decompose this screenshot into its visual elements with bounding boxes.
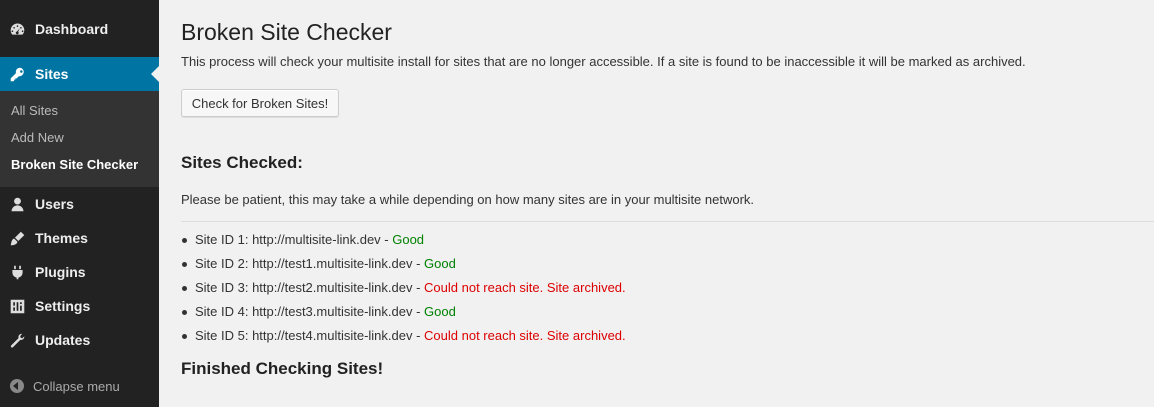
sidebar-item-label: Users	[35, 196, 74, 212]
collapse-arrow-icon	[10, 379, 24, 393]
sites-checked-heading: Sites Checked:	[181, 153, 303, 172]
patience-text: Please be patient, this may take a while…	[181, 192, 755, 207]
submenu-item-add-new[interactable]: Add New	[11, 130, 64, 145]
sites-submenu: All Sites Add New Broken Site Checker	[0, 91, 159, 187]
collapse-menu-label: Collapse menu	[33, 378, 120, 394]
sidebar-item-label: Updates	[35, 332, 91, 348]
list-item: Site ID 4: http://test3.multisite-link.d…	[181, 303, 626, 327]
result-site: Site ID 4: http://test3.multisite-link.d…	[195, 304, 425, 319]
settings-icon	[7, 296, 27, 316]
sidebar-item-label: Themes	[35, 230, 88, 246]
divider	[181, 221, 1154, 222]
results-list: Site ID 1: http://multisite-link.dev - G…	[181, 231, 626, 351]
themes-brush-icon	[7, 228, 27, 248]
status-good: Good	[424, 304, 456, 319]
sites-key-icon	[7, 64, 27, 84]
dashboard-icon	[7, 19, 27, 39]
collapse-menu-button[interactable]: Collapse menu	[0, 373, 159, 399]
sidebar-item-themes[interactable]: Themes	[0, 221, 159, 255]
submenu-item-all-sites[interactable]: All Sites	[11, 103, 58, 118]
status-archived: Could not reach site. Site archived.	[424, 280, 626, 295]
result-site: Site ID 1: http://multisite-link.dev -	[195, 232, 393, 247]
result-site: Site ID 2: http://test1.multisite-link.d…	[195, 256, 425, 271]
plugins-icon	[7, 262, 27, 282]
sidebar-item-label: Settings	[35, 298, 91, 314]
status-good: Good	[392, 232, 425, 247]
bullet	[182, 238, 187, 243]
sidebar-item-label: Dashboard	[35, 21, 109, 37]
result-site: Site ID 5: http://test4.multisite-link.d…	[195, 328, 425, 343]
users-icon	[7, 194, 27, 214]
sidebar-item-dashboard[interactable]: Dashboard	[0, 12, 159, 46]
list-item: Site ID 5: http://test4.multisite-link.d…	[181, 327, 626, 351]
sidebar-item-updates[interactable]: Updates	[0, 323, 159, 357]
sidebar-item-plugins[interactable]: Plugins	[0, 255, 159, 289]
bullet	[182, 262, 187, 267]
updates-wrench-icon	[7, 330, 27, 350]
page-title: Broken Site Checker	[181, 19, 392, 45]
sidebar-item-users[interactable]: Users	[0, 187, 159, 221]
sidebar-item-label: Sites	[35, 66, 69, 82]
result-site: Site ID 3: http://test2.multisite-link.d…	[195, 280, 425, 295]
intro-text: This process will check your multisite i…	[181, 54, 1026, 69]
admin-sidebar: Dashboard Sites All Sites Add New Broken…	[0, 0, 159, 407]
list-item: Site ID 1: http://multisite-link.dev - G…	[181, 231, 626, 255]
finished-heading: Finished Checking Sites!	[181, 359, 384, 378]
sidebar-item-settings[interactable]: Settings	[0, 289, 159, 323]
submenu-item-broken-site-checker[interactable]: Broken Site Checker	[11, 157, 138, 172]
status-archived: Could not reach site. Site archived.	[424, 328, 626, 343]
list-item: Site ID 3: http://test2.multisite-link.d…	[181, 279, 626, 303]
current-menu-arrow	[151, 66, 159, 82]
bullet	[182, 286, 187, 291]
sidebar-item-label: Plugins	[35, 264, 86, 280]
sidebar-item-sites[interactable]: Sites	[0, 57, 159, 91]
bullet	[182, 334, 187, 339]
bullet	[182, 310, 187, 315]
list-item: Site ID 2: http://test1.multisite-link.d…	[181, 255, 626, 279]
status-good: Good	[424, 256, 456, 271]
check-broken-sites-button[interactable]: Check for Broken Sites!	[181, 89, 339, 117]
